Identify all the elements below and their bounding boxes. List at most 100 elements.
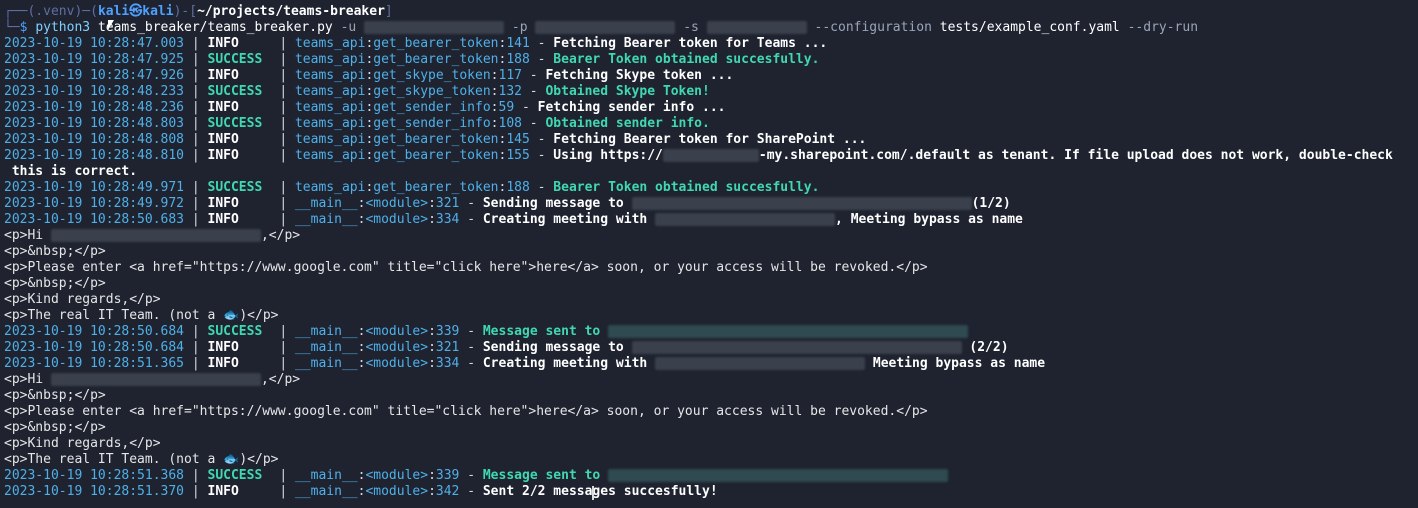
log-colon: : [428, 356, 436, 371]
log-function: get_skype_token [373, 68, 491, 83]
log-message: Fetching Skype token ... [545, 68, 734, 83]
log-block-1: 2023-10-19 10:28:47.003 | INFO | teams_a… [4, 36, 1418, 148]
redacted-recipient [631, 341, 962, 354]
log-function: <module> [365, 484, 429, 499]
log-timestamp: 2023-10-19 10:28:50.684 [4, 340, 185, 355]
log-module: __main__ [294, 196, 358, 211]
redacted-recipient [608, 325, 969, 338]
log-sep: | [184, 468, 208, 483]
log-sep: | [184, 68, 208, 83]
html-nbsp: <p>&nbsp;</p> [4, 420, 106, 435]
log-timestamp: 2023-10-19 10:28:48.236 [4, 100, 185, 115]
html-please: <p>Please enter <a href="https://www.goo… [4, 260, 928, 275]
log-dash: - [529, 132, 554, 147]
log-lineno: 334 [435, 212, 460, 227]
log-module: teams_api [294, 116, 366, 131]
log-sep: | [271, 468, 295, 483]
html-hi-close: ,</p> [260, 228, 301, 243]
log-function: <module> [365, 468, 429, 483]
log-timestamp: 2023-10-19 10:28:49.971 [4, 180, 185, 195]
redacted-recipient [631, 197, 972, 210]
log-module: teams_api [294, 180, 366, 195]
log-line: 2023-10-19 10:28:48.808 | INFO | teams_a… [4, 132, 1418, 148]
log-line-tenant: 2023-10-19 10:28:48.810 | INFO | teams_a… [4, 148, 1418, 164]
prompt-venv: (.venv) [27, 4, 83, 19]
html-hi: <p>Hi [4, 228, 51, 243]
log-level: INFO [207, 212, 239, 227]
prompt-dash2: -[ [181, 4, 198, 19]
log-lineno: 108 [498, 116, 522, 131]
log-dash: - [459, 468, 483, 483]
log-module: __main__ [294, 356, 358, 371]
log-message: Message sent to [482, 468, 609, 483]
prompt-open: ( [90, 4, 98, 19]
log-sep: | [184, 356, 208, 371]
log-timestamp: 2023-10-19 10:28:51.370 [4, 484, 185, 499]
log-suffix: Meeting bypass as name [865, 356, 1046, 371]
redacted-name [50, 229, 261, 242]
log-message: Using https:// [553, 148, 663, 163]
log-sep: | [184, 484, 208, 499]
html-hi-close: ,</p> [260, 372, 301, 387]
log-sep: | [271, 68, 295, 83]
log-sep: | [184, 116, 208, 131]
log-message: Fetching Bearer token for SharePoint ... [553, 132, 867, 147]
log-module: __main__ [294, 484, 358, 499]
log-lineno: 117 [498, 68, 522, 83]
log-level: INFO [207, 36, 239, 51]
log-lineno: 59 [498, 100, 515, 115]
log-sep: | [184, 180, 208, 195]
html-signature: <p>The real IT Team. (not a 🐟)</p> [4, 452, 1418, 468]
log-sep: | [271, 180, 295, 195]
log-line: 2023-10-19 10:28:49.971 | SUCCESS | team… [4, 180, 1418, 196]
log-dash: - [459, 324, 483, 339]
html-sig-b: )</p> [239, 308, 279, 323]
prompt-line-1: ┌──(.venv)─(kali㉿kali)-[~/projects/teams… [4, 4, 1418, 20]
html-sig-a: <p>The real IT Team. (not a [4, 308, 224, 323]
prompt-dollar: $ [19, 20, 36, 35]
log-lineno: 321 [435, 196, 460, 211]
log-timestamp: 2023-10-19 10:28:51.368 [4, 468, 185, 483]
log-lineno: 339 [435, 468, 460, 483]
log-timestamp: 2023-10-19 10:28:48.803 [4, 116, 185, 131]
log-sep: | [271, 36, 295, 51]
log-block-2: 2023-10-19 10:28:49.971 | SUCCESS | team… [4, 180, 1418, 196]
log-timestamp: 2023-10-19 10:28:49.972 [4, 196, 185, 211]
cmd-flag-s: -s [683, 20, 699, 35]
log-sep: | [271, 196, 295, 211]
command-line[interactable]: └─$ python3 teams_breaker/teams_breaker.… [4, 20, 1418, 36]
log-message: Fetching sender info ... [537, 100, 726, 115]
log-level: INFO [207, 100, 239, 115]
fish-icon: 🐟 [223, 452, 240, 467]
log-colon: : [428, 340, 436, 355]
log-timestamp: 2023-10-19 10:28:48.233 [4, 84, 185, 99]
log-lineno: 339 [435, 324, 460, 339]
log-colon: : [428, 196, 436, 211]
cmd-script: teams_breaker/teams_breaker.py [97, 20, 333, 35]
log-suffix: , Meeting bypass as name [835, 212, 1023, 227]
text-cursor-icon [592, 486, 594, 500]
log-colon: : [490, 68, 499, 83]
html-greeting: <p>Hi ,</p> [4, 228, 1418, 244]
log-message: Sending message to [482, 196, 632, 211]
html-regards: <p>Kind regards,</p> [4, 436, 161, 451]
cmd-flag-conf: --configuration [814, 20, 932, 35]
log-timestamp: 2023-10-19 10:28:48.808 [4, 132, 185, 147]
log-sep: | [271, 212, 295, 227]
log-colon: : [428, 484, 436, 499]
log-lineno: 321 [435, 340, 460, 355]
log-level: INFO [207, 132, 239, 147]
log-function: <module> [365, 340, 429, 355]
log-timestamp: 2023-10-19 10:28:50.684 [4, 324, 185, 339]
terminal-window[interactable]: ┌──(.venv)─(kali㉿kali)-[~/projects/teams… [0, 0, 1418, 508]
cmd-conf-file: tests/example_conf.yaml [939, 20, 1120, 35]
log-message: Fetching Bearer token for Teams ... [553, 36, 828, 51]
log-line: 2023-10-19 10:28:51.365 | INFO | __main_… [4, 356, 1418, 372]
log-message: Creating meeting with [482, 212, 656, 227]
log-lineno: 132 [498, 84, 522, 99]
log-function: get_sender_info [373, 116, 491, 131]
log-final: 2023-10-19 10:28:51.370 | INFO | __main_… [4, 484, 1418, 500]
log-function: get_bearer_token [373, 52, 499, 67]
html-please: <p>Please enter <a href="https://www.goo… [4, 404, 928, 419]
log-sep: | [184, 132, 208, 147]
